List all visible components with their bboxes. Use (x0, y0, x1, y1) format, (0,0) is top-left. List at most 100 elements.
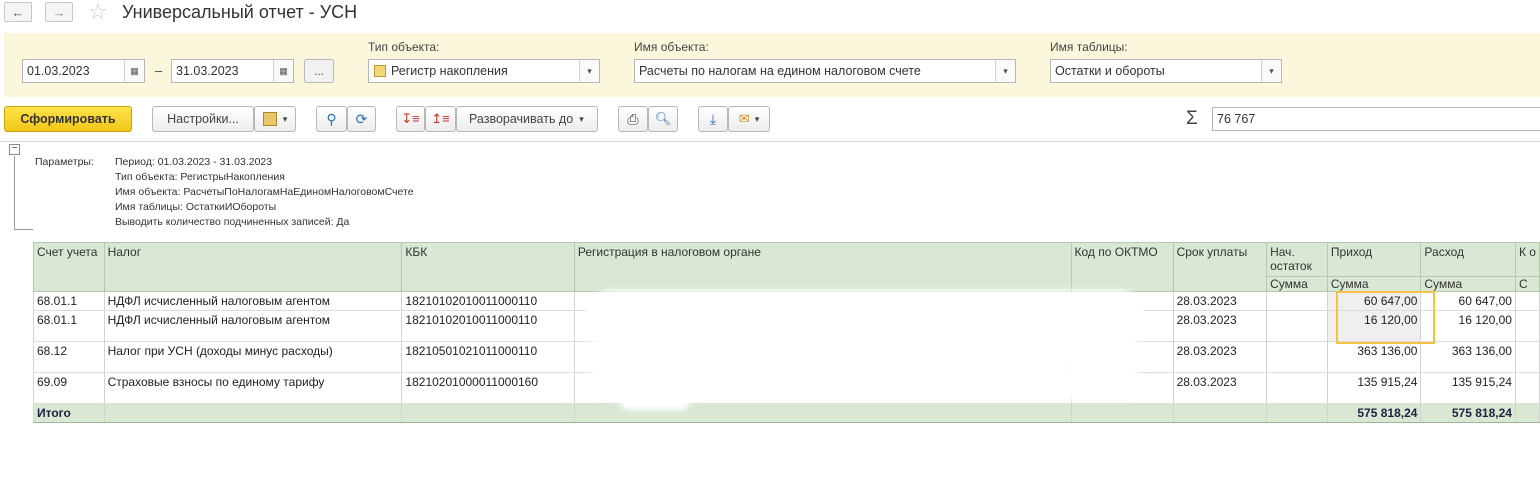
cell-due[interactable]: 28.03.2023 (1172, 372, 1268, 404)
total-empty (103, 403, 403, 423)
object-type-value: Регистр накопления (391, 64, 508, 78)
object-name-select[interactable]: Расчеты по налогам на едином налоговом с… (634, 59, 1016, 83)
cell-opening[interactable] (1266, 310, 1328, 342)
chevron-down-icon[interactable]: ▾ (1261, 60, 1281, 82)
object-name-label: Имя объекта: (634, 40, 709, 54)
col-opening[interactable]: Нач. остаток (1266, 242, 1328, 277)
cell-expense[interactable]: 16 120,00 (1420, 310, 1516, 342)
cell-kbk[interactable]: 18210102010011000110 (401, 310, 575, 342)
total-row[interactable]: Итого 575 818,24 575 818,24 (33, 403, 1540, 423)
redaction-mark (620, 392, 690, 410)
date-to-value: 31.03.2023 (176, 64, 239, 78)
col-oktmo[interactable]: Код по ОКТМО (1070, 242, 1174, 292)
sort-desc-icon: ↧≡ (401, 111, 420, 126)
period-select-button[interactable]: ... (304, 59, 334, 83)
cell-account[interactable]: 69.09 (33, 372, 105, 404)
date-from-value: 01.03.2023 (27, 64, 90, 78)
cell-income[interactable]: 16 120,00 (1326, 310, 1422, 342)
table-name-label: Имя таблицы: (1050, 40, 1128, 54)
cell-expense[interactable]: 363 136,00 (1420, 341, 1516, 373)
total-expense[interactable]: 575 818,24 (1420, 403, 1516, 423)
save-button[interactable]: ⤓ (698, 106, 728, 132)
cell-account[interactable]: 68.01.1 (33, 291, 105, 311)
cell-opening[interactable] (1266, 341, 1328, 373)
search-button[interactable]: ⚲ (316, 106, 347, 132)
date-from-field[interactable]: 01.03.2023 ▦ (22, 59, 145, 83)
printer-icon: ⎙ (627, 110, 639, 127)
cell-extra[interactable] (1514, 372, 1540, 404)
cell-tax[interactable]: Страховые взносы по единому тарифу (103, 372, 403, 404)
col-due[interactable]: Срок уплаты (1172, 242, 1268, 292)
col-expense[interactable]: Расход (1420, 242, 1516, 277)
cell-income[interactable]: 135 915,24 (1326, 372, 1422, 404)
expand-to-button[interactable]: Разворачивать до ▾ (456, 106, 598, 132)
generate-button[interactable]: Сформировать (4, 106, 132, 132)
subcol-opening-sum: Сумма (1266, 276, 1328, 292)
cell-due[interactable]: 28.03.2023 (1172, 341, 1268, 373)
col-registration[interactable]: Регистрация в налоговом органе (573, 242, 1072, 292)
param-object-name: Имя объекта: РасчетыПоНалогамНаЕдиномНал… (115, 186, 414, 198)
total-income[interactable]: 575 818,24 (1326, 403, 1422, 423)
cell-due[interactable]: 28.03.2023 (1172, 310, 1268, 342)
header-row: Счет учета Налог КБК Регистрация в налог… (33, 242, 1540, 292)
cell-opening[interactable] (1266, 372, 1328, 404)
sum-icon: Σ (1186, 108, 1198, 129)
cell-due[interactable]: 28.03.2023 (1172, 291, 1268, 311)
cell-kbk[interactable]: 18210501021011000110 (401, 341, 575, 373)
chevron-down-icon[interactable]: ▾ (579, 60, 599, 82)
collapse-toggle[interactable]: − (9, 144, 20, 155)
cell-extra[interactable] (1514, 341, 1540, 373)
total-label[interactable]: Итого (33, 403, 105, 423)
table-name-select[interactable]: Остатки и обороты ▾ (1050, 59, 1282, 83)
cell-kbk[interactable]: 18210201000011000160 (401, 372, 575, 404)
cell-account[interactable]: 68.01.1 (33, 310, 105, 342)
calendar-icon[interactable]: ▦ (124, 60, 144, 82)
cell-opening[interactable] (1266, 291, 1328, 311)
cell-tax[interactable]: НДФЛ исчисленный налоговым агентом (103, 291, 403, 311)
sum-field[interactable]: 76 767 (1212, 107, 1540, 131)
cell-income[interactable]: 60 647,00 (1326, 291, 1422, 311)
sort-asc-button[interactable]: ↥≡ (425, 106, 456, 132)
arrow-left-icon: ← (11, 4, 25, 20)
star-icon[interactable]: ☆ (88, 1, 108, 23)
search-refresh-button[interactable]: ⟳ (347, 106, 376, 132)
subcol-expense-sum: Сумма (1420, 276, 1516, 292)
params-block: Период: 01.03.2023 - 31.03.2023 Тип объе… (115, 155, 414, 230)
forward-button[interactable]: → (45, 2, 73, 22)
sort-desc-button[interactable]: ↧≡ (396, 106, 425, 132)
cell-tax[interactable]: НДФЛ исчисленный налоговым агентом (103, 310, 403, 342)
cell-expense[interactable]: 135 915,24 (1420, 372, 1516, 404)
col-extra[interactable]: К о (1514, 242, 1540, 277)
sum-value: 76 767 (1217, 112, 1256, 126)
calendar-icon[interactable]: ▦ (273, 60, 293, 82)
total-empty (1514, 403, 1540, 423)
col-account[interactable]: Счет учета (33, 242, 105, 292)
redaction-mark (585, 290, 1145, 342)
col-tax[interactable]: Налог (103, 242, 403, 292)
cell-kbk[interactable]: 18210102010011000110 (401, 291, 575, 311)
envelope-icon: ✉ (738, 111, 750, 126)
cell-expense[interactable]: 60 647,00 (1420, 291, 1516, 311)
print-button[interactable]: ⎙ (618, 106, 648, 132)
total-empty (1070, 403, 1174, 423)
col-income[interactable]: Приход (1326, 242, 1422, 277)
date-to-field[interactable]: 31.03.2023 ▦ (171, 59, 294, 83)
chevron-down-icon[interactable]: ▾ (995, 60, 1015, 82)
chevron-down-icon: ▾ (579, 113, 584, 124)
back-button[interactable]: ← (4, 2, 32, 22)
cell-tax[interactable]: Налог при УСН (доходы минус расходы) (103, 341, 403, 373)
search-refresh-icon: ⟳ (355, 110, 368, 127)
settings-button[interactable]: Настройки... (152, 106, 254, 132)
total-empty (401, 403, 575, 423)
col-kbk[interactable]: КБК (401, 242, 575, 292)
cell-income[interactable]: 363 136,00 (1326, 341, 1422, 373)
print-preview-button[interactable]: 🔍︎ (648, 106, 678, 132)
cell-extra[interactable] (1514, 291, 1540, 311)
cell-extra[interactable] (1514, 310, 1540, 342)
total-empty (1266, 403, 1328, 423)
cell-account[interactable]: 68.12 (33, 341, 105, 373)
variant-button[interactable]: ▾ (254, 106, 296, 132)
object-type-select[interactable]: Регистр накопления ▾ (368, 59, 600, 83)
send-email-button[interactable]: ✉ ▾ (728, 106, 770, 132)
expand-to-label: Разворачивать до (469, 112, 574, 126)
